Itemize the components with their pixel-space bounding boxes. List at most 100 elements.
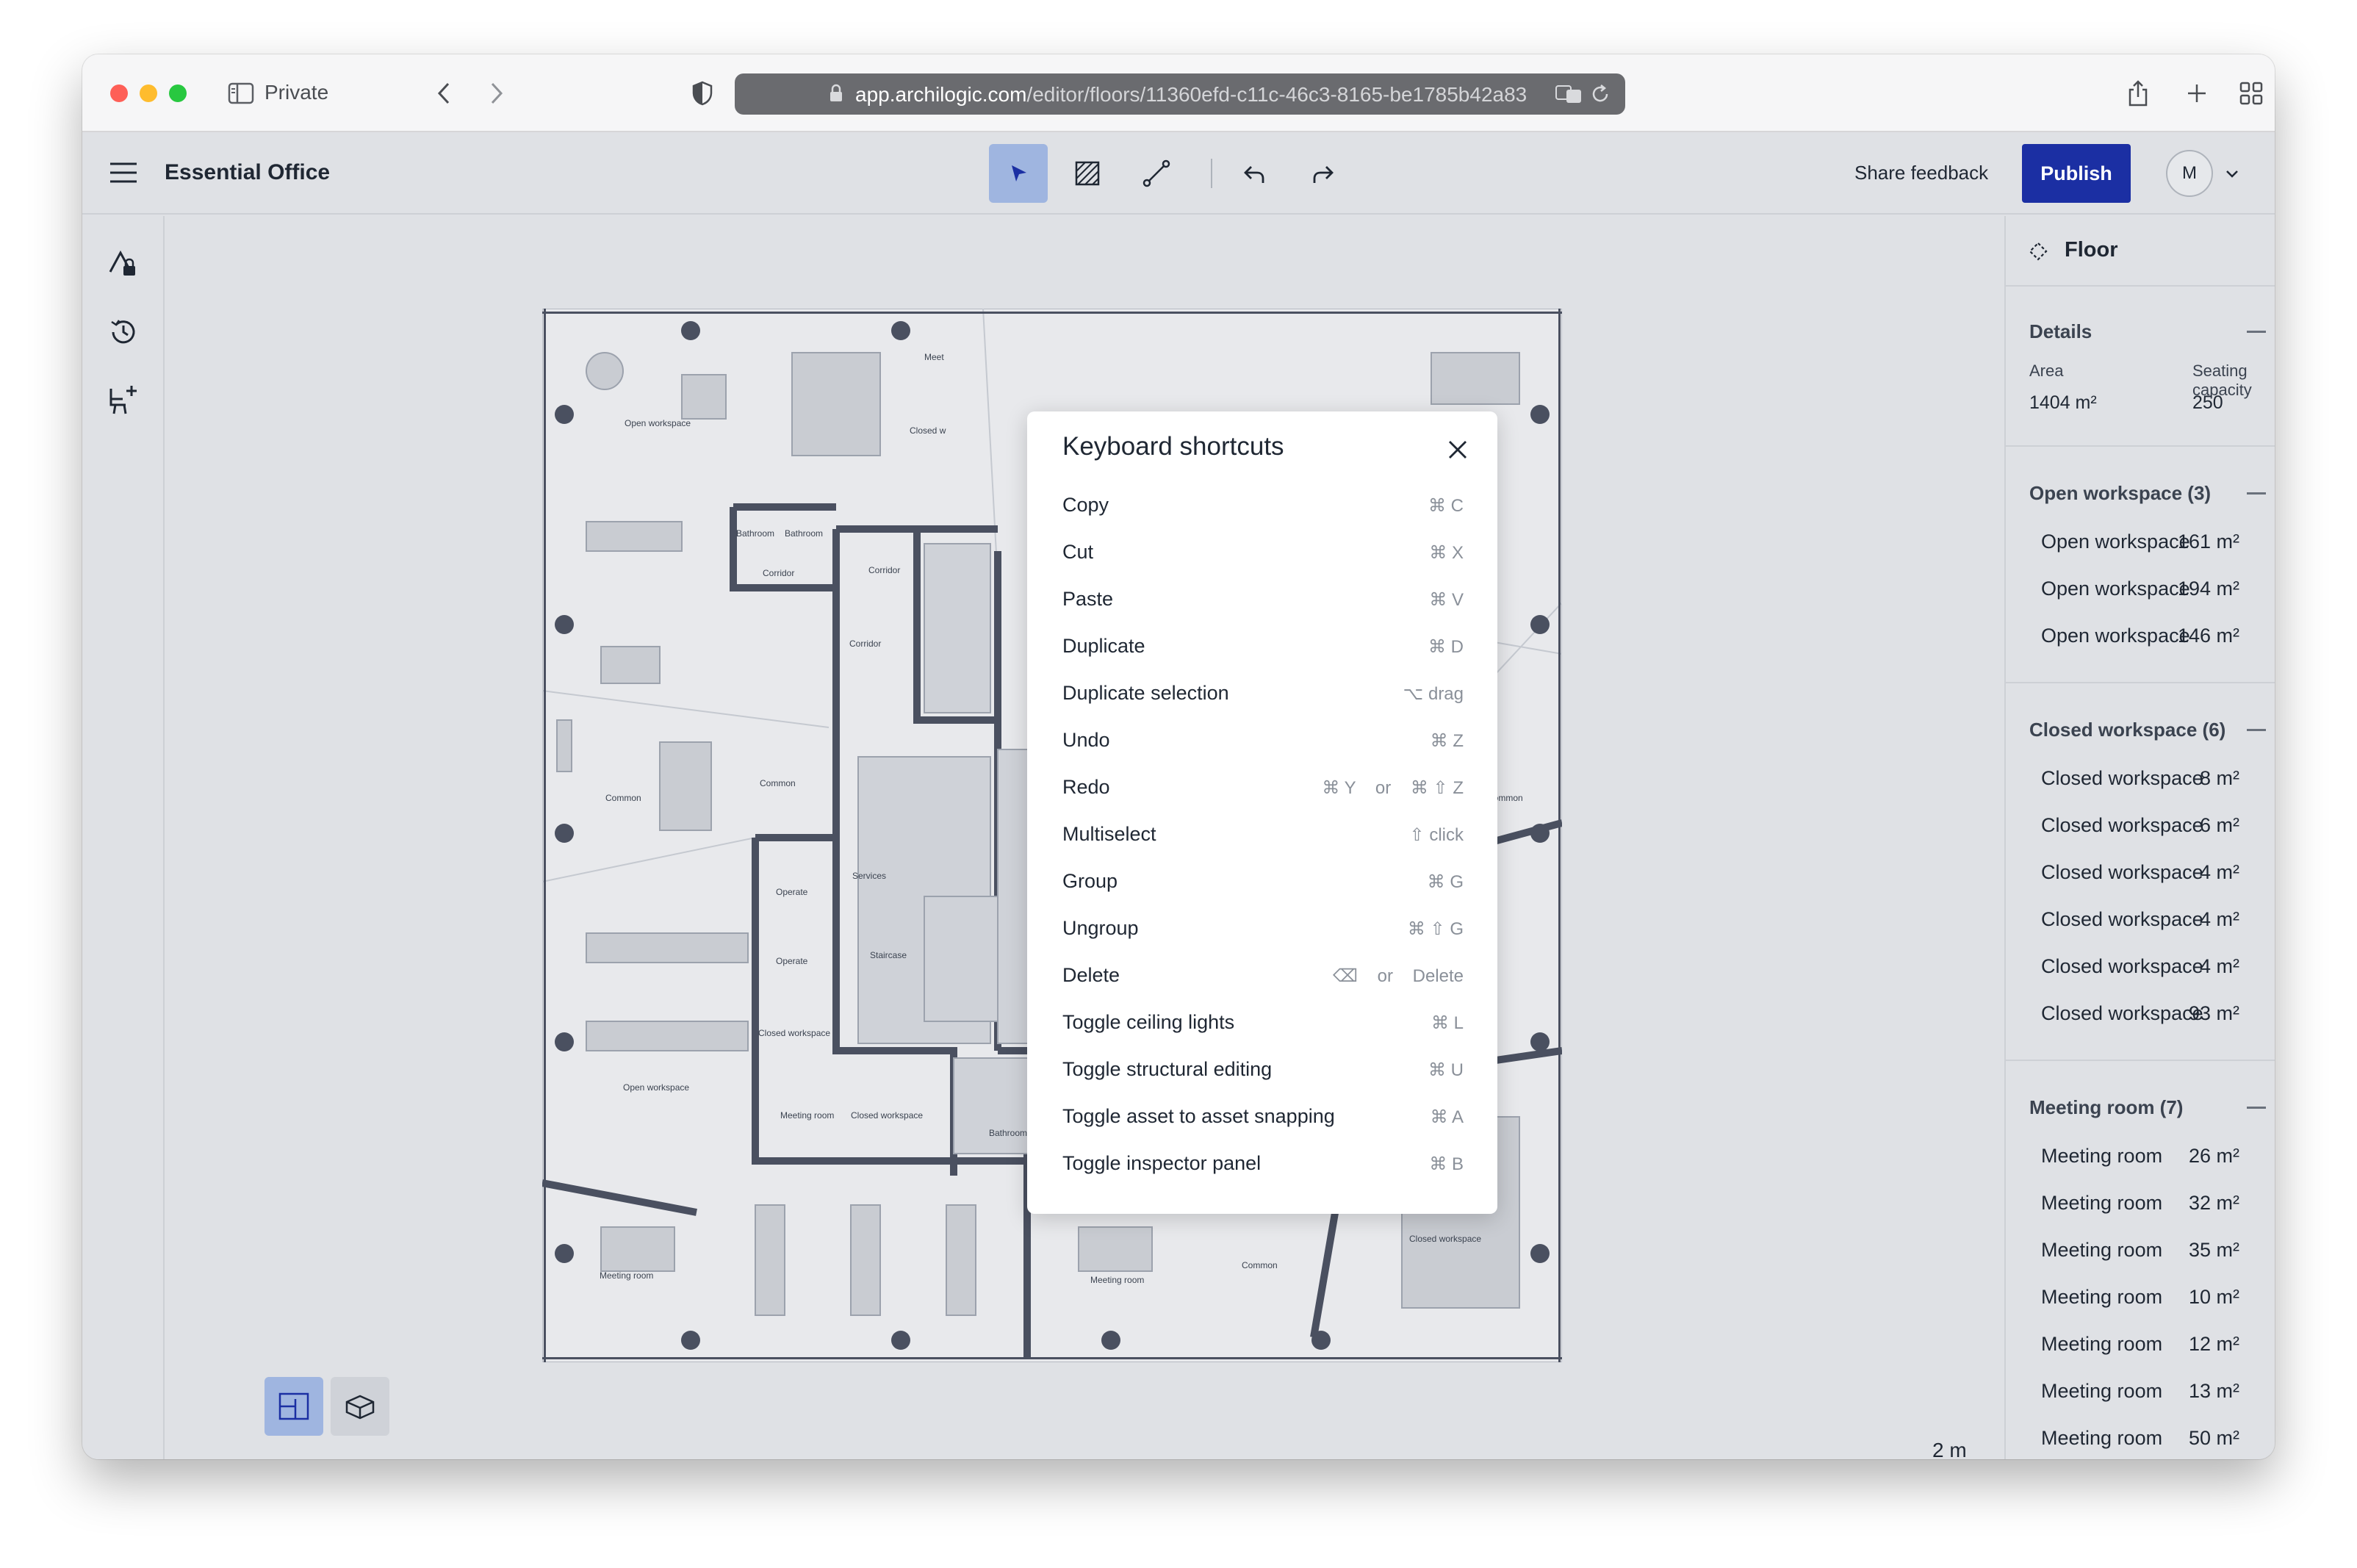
list-item[interactable]: Closed workspace [2041, 1002, 2203, 1025]
browser-toolbar: Private app.archilogic.com/editor/floors… [82, 54, 2275, 132]
shortcut-row: Toggle asset to asset snapping ⌘ A [1062, 1102, 1464, 1132]
label-common: Common [1242, 1260, 1278, 1270]
list-item[interactable]: Closed workspace [2041, 767, 2203, 790]
list-item-area: 50 m² [2188, 1427, 2239, 1449]
chevron-down-icon[interactable] [2225, 169, 2239, 183]
meeting-collapse-icon[interactable] [2247, 1107, 2266, 1109]
list-item[interactable]: Closed workspace [2041, 908, 2203, 931]
label-corridor: Corridor [868, 565, 900, 575]
shortcut-row: Copy ⌘ C [1062, 491, 1464, 520]
shortcut-row: Duplicate ⌘ D [1062, 632, 1464, 661]
tab-overview-icon[interactable] [2235, 76, 2267, 110]
label-corridor: Corridor [849, 639, 881, 649]
keyboard-shortcuts-modal: Keyboard shortcuts Copy ⌘ C Cut ⌘ X Paste ⌘ V… [1027, 411, 1497, 1214]
shortcut-keys: ⌥ drag [1403, 684, 1464, 704]
shapes-lock-icon[interactable] [103, 242, 144, 284]
shortcut-label: Duplicate selection [1062, 682, 1229, 704]
shortcut-label: Copy [1062, 494, 1109, 516]
maximize-window-button[interactable] [169, 84, 187, 102]
shortcut-label: Duplicate [1062, 635, 1145, 657]
shortcut-label: Toggle asset to asset snapping [1062, 1105, 1335, 1127]
list-item-area: 194 m² [2177, 578, 2239, 600]
space-tool-button[interactable] [1058, 144, 1117, 203]
address-bar[interactable]: app.archilogic.com/editor/floors/11360ef… [735, 73, 1625, 115]
list-item[interactable]: Closed workspace [2041, 861, 2203, 884]
shortcut-row: Delete ⌫ or Delete [1062, 961, 1464, 990]
select-tool-button[interactable] [989, 144, 1048, 203]
undo-button[interactable] [1226, 144, 1284, 203]
inspector-header: Floor [2006, 216, 2275, 287]
closed-workspace-section-title: Closed workspace (6) [2029, 719, 2226, 741]
shortcut-keys: ⌘ C [1428, 496, 1464, 516]
share-feedback-link[interactable]: Share feedback [1854, 162, 1988, 184]
list-item-area: 4 m² [2200, 908, 2239, 930]
back-icon[interactable] [429, 76, 458, 110]
sidebar-toggle-icon[interactable] [225, 76, 257, 110]
list-item[interactable]: Closed workspace [2041, 814, 2203, 837]
pointer-icon [1012, 165, 1026, 181]
forward-icon[interactable] [482, 76, 511, 110]
closed-collapse-icon[interactable] [2247, 729, 2266, 731]
publish-button[interactable]: Publish [2022, 144, 2131, 203]
label-closed-cut: Closed w [910, 425, 946, 436]
list-item[interactable]: Meeting room [2041, 1239, 2162, 1262]
open-collapse-icon[interactable] [2247, 492, 2266, 495]
list-item[interactable]: Meeting room [2041, 1380, 2162, 1403]
menu-icon[interactable] [109, 162, 138, 187]
new-tab-icon[interactable] [2181, 76, 2213, 110]
shortcut-label: Paste [1062, 588, 1114, 610]
list-item[interactable]: Closed workspace [2041, 955, 2203, 978]
line-draw-icon [1142, 159, 1170, 187]
reload-icon[interactable] [1590, 84, 1611, 108]
modal-title: Keyboard shortcuts [1062, 432, 1284, 461]
share-icon[interactable] [2122, 76, 2154, 110]
shortcut-label: Redo [1062, 776, 1110, 798]
list-item[interactable]: Meeting room [2041, 1333, 2162, 1356]
list-item[interactable]: Meeting room [2041, 1286, 2162, 1309]
floorplan-canvas[interactable]: Open workspace Common Common Corridor Co… [166, 216, 2004, 1459]
list-item[interactable]: Meeting room [2041, 1145, 2162, 1168]
list-item-area: 8 m² [2200, 767, 2239, 789]
avatar[interactable]: M [2166, 150, 2213, 197]
list-item-area: 26 m² [2188, 1145, 2239, 1167]
shortcut-keys: ⌘ A [1430, 1107, 1464, 1127]
redo-icon [1313, 166, 1334, 183]
list-item[interactable]: Meeting room [2041, 1192, 2162, 1215]
url-text: app.archilogic.com/editor/floors/11360ef… [855, 83, 1527, 106]
shortcut-keys: ⌘ Y or ⌘ ⇧ Z [1322, 778, 1464, 798]
label-services: Services [852, 871, 886, 881]
translate-icon[interactable] [1555, 84, 1583, 108]
close-icon[interactable] [1442, 434, 1474, 466]
open-workspace-section-title: Open workspace (3) [2029, 482, 2212, 504]
left-toolbar [82, 216, 165, 1459]
shortcut-row: Group ⌘ G [1062, 867, 1464, 896]
shortcut-row: Paste ⌘ V [1062, 585, 1464, 614]
list-item[interactable]: Open workspace [2041, 625, 2190, 647]
label-common: Common [605, 793, 641, 803]
shield-icon[interactable] [686, 76, 719, 110]
floorplan-2d-icon [278, 1392, 309, 1420]
capacity-value: 250 [2192, 392, 2223, 413]
list-item[interactable]: Open workspace [2041, 578, 2190, 600]
3d-view-button[interactable] [331, 1377, 389, 1436]
label-common: Common [760, 778, 796, 788]
wall-tool-button[interactable] [1127, 144, 1186, 203]
details-collapse-icon[interactable] [2247, 331, 2266, 333]
label-meeting-cut: Meet [924, 352, 944, 362]
close-window-button[interactable] [110, 84, 128, 102]
list-item[interactable]: Meeting room [2041, 1427, 2162, 1450]
list-item[interactable]: Open workspace [2041, 531, 2190, 553]
floor-dashed-diamond-icon [2028, 241, 2048, 265]
app-header: Essential Office Share feedback Publish … [82, 132, 2275, 215]
shortcut-keys: ⌫ or Delete [1333, 966, 1464, 986]
add-furniture-icon[interactable] [103, 379, 144, 420]
history-icon[interactable] [103, 312, 144, 353]
area-value: 1404 m² [2029, 392, 2097, 413]
label-meeting-room: Meeting room [600, 1270, 653, 1281]
minimize-window-button[interactable] [140, 84, 157, 102]
redo-button[interactable] [1293, 144, 1352, 203]
shortcut-label: Cut [1062, 541, 1094, 563]
shortcut-label: Ungroup [1062, 917, 1139, 939]
2d-view-button[interactable] [265, 1377, 323, 1436]
label-operate: Operate [776, 887, 808, 897]
